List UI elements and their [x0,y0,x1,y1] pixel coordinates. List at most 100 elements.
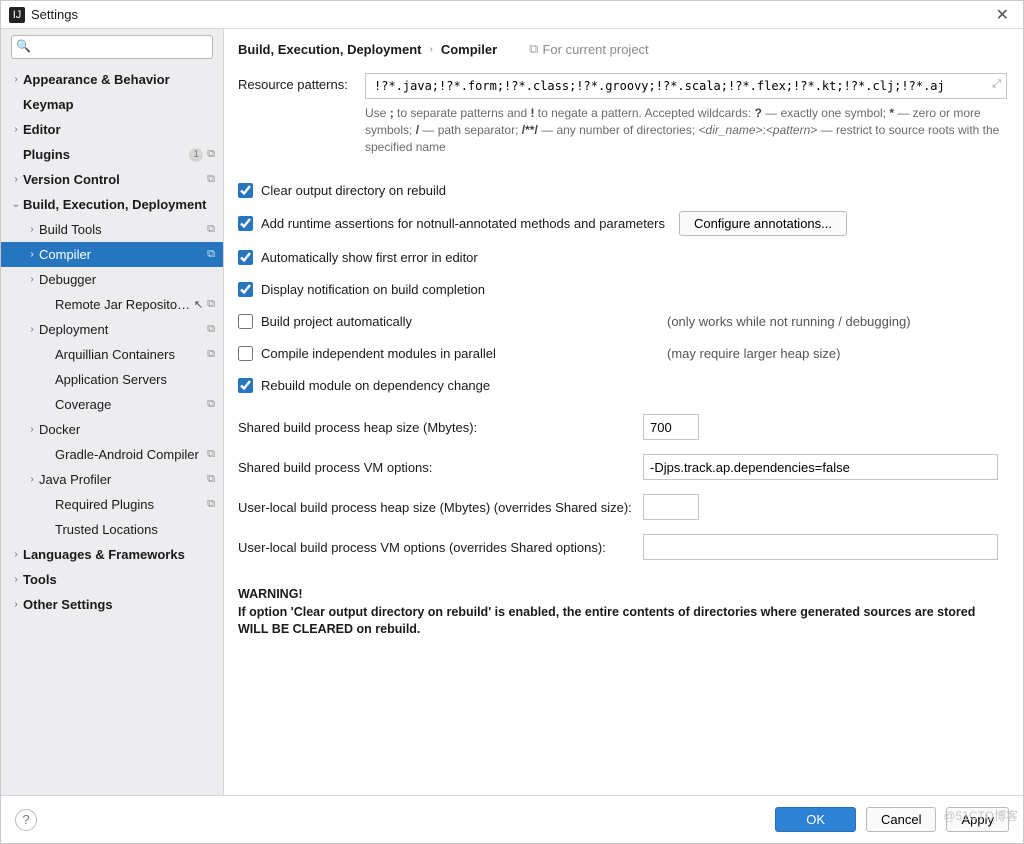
expand-icon[interactable]: ⤢ [992,78,1001,91]
copy-icon: ⧉ [207,173,215,186]
parallel-compile-label: Compile independent modules in parallel [261,346,496,361]
sidebar-item-other-settings[interactable]: ›Other Settings [1,592,223,617]
apply-button[interactable]: Apply [946,807,1009,832]
sidebar-item-build-tools[interactable]: ›Build Tools⧉ [1,217,223,242]
sidebar-item-label: Version Control [23,172,203,187]
sidebar-item-application-servers[interactable]: Application Servers [1,367,223,392]
sidebar-item-label: Compiler [39,247,203,262]
sidebar-item-java-profiler[interactable]: ›Java Profiler⧉ [1,467,223,492]
configure-annotations-button[interactable]: Configure annotations... [679,211,847,236]
auto-build-label: Build project automatically [261,314,412,329]
user-heap-input[interactable] [643,494,699,520]
sidebar-item-gradle-android-compiler[interactable]: Gradle-Android Compiler ⧉ [1,442,223,467]
ok-button[interactable]: OK [775,807,856,832]
sidebar-item-arquillian-containers[interactable]: Arquillian Containers⧉ [1,342,223,367]
sidebar-item-label: Plugins [23,147,185,162]
sidebar-item-label: Docker [39,422,215,437]
copy-icon: ⧉ [207,248,215,261]
chevron-icon: › [9,574,23,585]
sidebar-item-plugins[interactable]: Plugins1⧉ [1,142,223,167]
copy-icon: ⧉ [207,298,215,311]
first-error-label: Automatically show first error in editor [261,250,478,265]
warning-block: WARNING! If option 'Clear output directo… [238,574,1007,639]
chevron-icon: ⌄ [9,199,23,210]
sidebar-item-label: Deployment [39,322,203,337]
clear-output-checkbox[interactable] [238,183,253,198]
rebuild-dependency-checkbox[interactable] [238,378,253,393]
sidebar-item-version-control[interactable]: ›Version Control⧉ [1,167,223,192]
sidebar-item-deployment[interactable]: ›Deployment ⧉ [1,317,223,342]
sidebar-item-label: Tools [23,572,215,587]
scope-label: ⧉ For current project [529,41,649,57]
sidebar-item-label: Other Settings [23,597,215,612]
chevron-icon: › [9,599,23,610]
sidebar-item-label: Languages & Frameworks [23,547,215,562]
runtime-assertions-checkbox[interactable] [238,216,253,231]
cancel-button[interactable]: Cancel [866,807,936,832]
sidebar-item-label: Trusted Locations [55,522,215,537]
shared-heap-input[interactable] [643,414,699,440]
search-icon: 🔍 [16,39,31,53]
footer: ? OK Cancel Apply [1,795,1023,843]
search-input[interactable] [11,35,213,59]
resource-patterns-input[interactable] [365,73,1007,99]
auto-build-checkbox[interactable] [238,314,253,329]
sidebar-item-docker[interactable]: ›Docker [1,417,223,442]
sidebar-item-keymap[interactable]: Keymap [1,92,223,117]
auto-build-note: (only works while not running / debuggin… [667,314,911,329]
sidebar-item-label: Appearance & Behavior [23,72,215,87]
sidebar-item-label: Keymap [23,97,215,112]
sidebar-item-appearance-behavior[interactable]: ›Appearance & Behavior [1,67,223,92]
copy-icon: ⧉ [207,498,215,511]
breadcrumb: Build, Execution, Deployment › Compiler … [238,41,1007,57]
warning-title: WARNING! [238,586,1007,604]
copy-icon: ⧉ [207,448,215,461]
sidebar-item-label: Build Tools [39,222,203,237]
sidebar-item-label: Arquillian Containers [55,347,203,362]
sidebar-item-required-plugins[interactable]: Required Plugins ⧉ [1,492,223,517]
clear-output-label: Clear output directory on rebuild [261,183,446,198]
chevron-icon: › [25,324,39,335]
copy-icon: ⧉ [207,473,215,486]
titlebar: IJ Settings ✕ [1,1,1023,29]
sidebar-item-remote-jar-repositories[interactable]: Remote Jar Repositories↖⧉ [1,292,223,317]
close-icon[interactable]: ✕ [990,5,1015,25]
sidebar-item-tools[interactable]: ›Tools [1,567,223,592]
sidebar-item-coverage[interactable]: Coverage⧉ [1,392,223,417]
sidebar-item-compiler[interactable]: ›Compiler⧉ [1,242,223,267]
sidebar-item-editor[interactable]: ›Editor [1,117,223,142]
sidebar-item-trusted-locations[interactable]: Trusted Locations [1,517,223,542]
runtime-assertions-label: Add runtime assertions for notnull-annot… [261,216,665,231]
build-notification-checkbox[interactable] [238,282,253,297]
content-panel: Build, Execution, Deployment › Compiler … [224,29,1023,795]
rebuild-dependency-label: Rebuild module on dependency change [261,378,490,393]
shared-vm-input[interactable] [643,454,998,480]
sidebar-item-label: Application Servers [55,372,215,387]
chevron-icon: › [9,549,23,560]
sidebar-item-debugger[interactable]: ›Debugger [1,267,223,292]
parallel-compile-checkbox[interactable] [238,346,253,361]
sidebar-item-label: Java Profiler [39,472,203,487]
user-heap-label: User-local build process heap size (Mbyt… [238,500,643,515]
copy-icon: ⧉ [207,398,215,411]
sidebar-item-label: Required Plugins [55,497,203,512]
copy-icon: ⧉ [207,223,215,236]
copy-icon: ⧉ [207,148,215,161]
copy-icon: ⧉ [529,41,538,57]
settings-tree: ›Appearance & BehaviorKeymap›EditorPlugi… [1,67,223,795]
copy-icon: ⧉ [207,323,215,336]
sidebar-item-languages-frameworks[interactable]: ›Languages & Frameworks [1,542,223,567]
sidebar-item-label: Debugger [39,272,215,287]
resource-patterns-hint: Use ; to separate patterns and ! to nega… [365,105,1007,155]
first-error-checkbox[interactable] [238,250,253,265]
sidebar: 🔍 ›Appearance & BehaviorKeymap›EditorPlu… [1,29,224,795]
build-notification-label: Display notification on build completion [261,282,485,297]
sidebar-item-label: Gradle-Android Compiler [55,447,203,462]
chevron-icon: › [25,274,39,285]
help-icon[interactable]: ? [15,809,37,831]
warning-body: If option 'Clear output directory on reb… [238,604,1007,639]
sidebar-item-build-execution-deployment[interactable]: ⌄Build, Execution, Deployment [1,192,223,217]
user-vm-input[interactable] [643,534,998,560]
breadcrumb-seg-1[interactable]: Build, Execution, Deployment [238,42,421,57]
breadcrumb-seg-2: Compiler [441,42,497,57]
